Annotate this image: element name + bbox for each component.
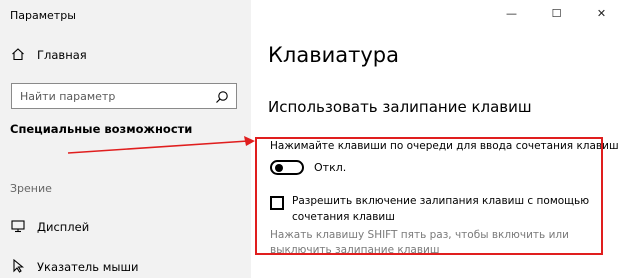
sidebar-item-mouse-pointer[interactable]: Указатель мыши — [11, 256, 138, 278]
sidebar-item-label: Дисплей — [37, 220, 90, 234]
sidebar-item-display[interactable]: Дисплей — [11, 216, 89, 238]
search-placeholder: Найти параметр — [20, 90, 116, 103]
mouse-pointer-icon — [11, 258, 25, 277]
page-title: Клавиатура — [268, 43, 399, 67]
minimize-button[interactable]: — — [489, 0, 534, 26]
window-controls: — ☐ ✕ — [489, 0, 624, 26]
sidebar: Параметры Главная Найти параметр Специал… — [0, 0, 251, 278]
group-label: Зрение — [10, 182, 52, 195]
search-icon[interactable] — [215, 89, 229, 103]
sticky-keys-shortcut-checkbox[interactable] — [270, 196, 284, 210]
toggle-state-label: Откл. — [314, 161, 347, 174]
checkbox-label: Разрешить включение залипания клавиш с п… — [292, 195, 590, 223]
sticky-keys-toggle[interactable] — [270, 160, 304, 175]
home-icon — [11, 46, 25, 65]
sidebar-item-label: Указатель мыши — [37, 260, 139, 274]
sticky-keys-toggle-row: Откл. — [270, 160, 346, 175]
app-title: Параметры — [10, 9, 76, 22]
close-button[interactable]: ✕ — [579, 0, 624, 26]
display-icon — [11, 218, 25, 237]
search-input[interactable]: Найти параметр — [11, 83, 237, 109]
toggle-knob — [275, 164, 283, 172]
section-title: Специальные возможности — [10, 122, 193, 136]
sticky-keys-description: Нажимайте клавиши по очереди для ввода с… — [270, 140, 619, 152]
sidebar-item-home[interactable]: Главная — [11, 44, 87, 66]
sticky-keys-heading: Использовать залипание клавиш — [268, 98, 532, 116]
maximize-button[interactable]: ☐ — [534, 0, 579, 26]
sidebar-item-label: Главная — [37, 48, 87, 62]
shortcut-hint: Нажать клавишу SHIFT пять раз, чтобы вкл… — [270, 229, 569, 256]
